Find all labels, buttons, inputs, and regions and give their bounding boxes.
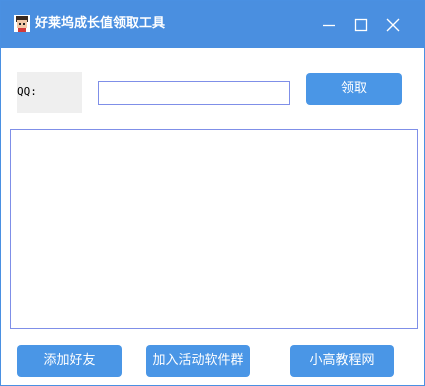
app-avatar-icon (14, 15, 30, 32)
receive-button[interactable]: 领取 (306, 73, 402, 105)
qq-number-input[interactable] (98, 81, 290, 105)
join-group-button[interactable]: 加入活动软件群 (146, 345, 250, 377)
app-window: 好莱坞成长值领取工具 QQ: 领取 添加好友 加入活动软件群 小高教程网 (0, 0, 425, 386)
title-bar[interactable]: 好莱坞成长值领取工具 (1, 1, 424, 48)
tutorial-site-button[interactable]: 小高教程网 (290, 345, 394, 377)
qq-label-box: QQ: (17, 72, 82, 113)
close-icon[interactable] (381, 13, 405, 37)
qq-label: QQ: (17, 85, 37, 98)
maximize-icon[interactable] (349, 13, 373, 37)
add-friend-button[interactable]: 添加好友 (17, 345, 122, 377)
minimize-icon[interactable] (317, 13, 341, 37)
log-output-area[interactable] (10, 129, 418, 329)
window-title: 好莱坞成长值领取工具 (35, 16, 166, 31)
